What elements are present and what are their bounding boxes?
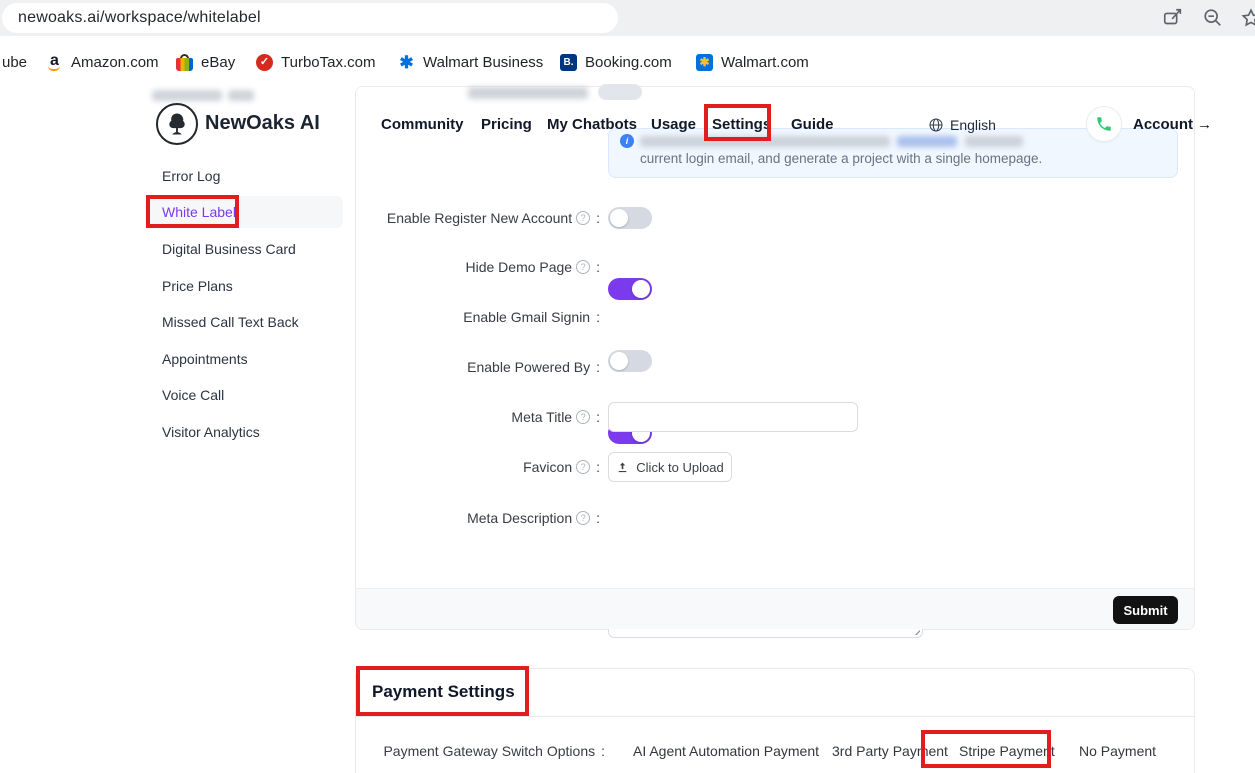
nav-guide[interactable]: Guide: [791, 116, 834, 133]
bookmark-youtube[interactable]: ube: [2, 36, 27, 88]
address-bar[interactable]: newoaks.ai/workspace/whitelabel: [2, 3, 618, 33]
sidebar-item-visitor-analytics[interactable]: Visitor Analytics: [162, 424, 260, 440]
globe-icon: [928, 117, 944, 138]
radio-label-ai-agent[interactable]: AI Agent Automation Payment: [633, 743, 819, 759]
account-avatar[interactable]: [1086, 106, 1122, 142]
field-label-meta-description: Meta Description?:: [260, 510, 600, 526]
help-icon[interactable]: ?: [576, 211, 590, 225]
info-icon: i: [620, 134, 634, 148]
toggle-enable-register-new-account[interactable]: [608, 207, 652, 229]
bookmark-label: ube: [2, 54, 27, 71]
share-icon[interactable]: [1162, 7, 1184, 29]
phone-icon: [1095, 115, 1113, 133]
brand-title: NewOaks AI: [205, 112, 320, 135]
toggle-enable-gmail-signin[interactable]: [608, 350, 652, 372]
toggle-hide-demo-page[interactable]: [608, 278, 652, 300]
help-icon[interactable]: ?: [576, 511, 590, 525]
upload-button-label: Click to Upload: [636, 460, 723, 475]
account-link[interactable]: Account →: [1133, 116, 1212, 133]
field-label-enable-register: Enable Register New Account?:: [260, 210, 600, 226]
bookmark-turbotax[interactable]: ✓ TurboTax.com: [256, 36, 375, 88]
payment-settings-title: Payment Settings: [372, 682, 515, 702]
bookmark-label: Walmart Business: [423, 54, 543, 71]
field-label-hide-demo: Hide Demo Page?:: [260, 259, 600, 275]
redacted-text: [228, 90, 254, 101]
sidebar-item-digital-business-card[interactable]: Digital Business Card: [162, 241, 296, 257]
field-label-meta-title: Meta Title?:: [260, 409, 600, 425]
favicon-upload-button[interactable]: Click to Upload: [608, 452, 732, 482]
sidebar-item-price-plans[interactable]: Price Plans: [162, 278, 233, 294]
walmart-square-icon: ✱: [696, 54, 713, 71]
nav-community[interactable]: Community: [381, 116, 464, 133]
booking-icon: B.: [560, 54, 577, 71]
nav-settings[interactable]: Settings: [712, 116, 771, 133]
divider: [355, 716, 1195, 717]
redacted-text: [965, 136, 1023, 147]
zoom-out-icon[interactable]: [1202, 7, 1224, 29]
sidebar-item-voice-call[interactable]: Voice Call: [162, 387, 224, 403]
amazon-icon: a: [46, 54, 63, 71]
field-label-powered-by: Enable Powered By:: [260, 359, 600, 375]
alert-text: current login email, and generate a proj…: [640, 151, 1042, 166]
redacted-link: [897, 136, 957, 147]
field-label-gmail-signin: Enable Gmail Signin:: [260, 309, 600, 325]
upload-icon: [616, 461, 629, 474]
walmart-spark-icon: ✱: [398, 54, 415, 71]
bookmark-label: eBay: [201, 54, 235, 71]
nav-pricing[interactable]: Pricing: [481, 116, 532, 133]
bookmark-label: Walmart.com: [721, 54, 809, 71]
meta-title-input[interactable]: [608, 402, 858, 432]
nav-my-chatbots[interactable]: My Chatbots: [547, 116, 637, 133]
account-label: Account: [1133, 116, 1193, 133]
bookmarks-bar: ube a Amazon.com eBay ✓ TurboTax.com ✱ W…: [0, 36, 1255, 88]
bookmark-label: TurboTax.com: [281, 54, 375, 71]
cut-off-toggle: [598, 84, 642, 100]
sidebar-item-error-log[interactable]: Error Log: [162, 168, 220, 184]
newoaks-logo: [156, 103, 198, 145]
bookmark-booking[interactable]: B. Booking.com: [560, 36, 672, 88]
language-selector[interactable]: English: [950, 117, 996, 133]
submit-button[interactable]: Submit: [1113, 596, 1178, 624]
bookmark-label: Booking.com: [585, 54, 672, 71]
favorite-star-icon[interactable]: [1240, 7, 1255, 29]
help-icon[interactable]: ?: [576, 260, 590, 274]
bookmark-ebay[interactable]: eBay: [176, 36, 235, 88]
help-icon[interactable]: ?: [576, 410, 590, 424]
nav-usage[interactable]: Usage: [651, 116, 696, 133]
radio-label-no-payment[interactable]: No Payment: [1079, 743, 1156, 759]
radio-label-3rd-party[interactable]: 3rd Party Payment: [832, 743, 948, 759]
bookmark-walmart-com[interactable]: ✱ Walmart.com: [696, 36, 809, 88]
redacted-text: [640, 136, 890, 147]
bookmark-walmart-business[interactable]: ✱ Walmart Business: [398, 36, 543, 88]
screen: newoaks.ai/workspace/whitelabel ube a: [0, 0, 1255, 773]
field-label-favicon: Favicon?:: [260, 459, 600, 475]
browser-top-bar: newoaks.ai/workspace/whitelabel: [0, 0, 1255, 36]
sidebar-item-white-label[interactable]: White Label: [162, 204, 236, 220]
arrow-right-icon: →: [1197, 116, 1212, 133]
payment-gateway-label: Payment Gateway Switch Options:: [265, 743, 605, 759]
bookmark-label: Amazon.com: [71, 54, 159, 71]
redacted-text: [468, 87, 588, 99]
ebay-bag-icon: [176, 54, 193, 71]
radio-label-stripe[interactable]: Stripe Payment: [959, 743, 1055, 759]
bookmark-amazon[interactable]: a Amazon.com: [46, 36, 159, 88]
turbotax-check-icon: ✓: [256, 54, 273, 71]
sidebar-item-appointments[interactable]: Appointments: [162, 351, 248, 367]
help-icon[interactable]: ?: [576, 460, 590, 474]
redacted-text: [152, 90, 222, 101]
oak-tree-icon: [163, 110, 191, 138]
url-text: newoaks.ai/workspace/whitelabel: [18, 9, 261, 27]
card-footer: [356, 588, 1194, 629]
